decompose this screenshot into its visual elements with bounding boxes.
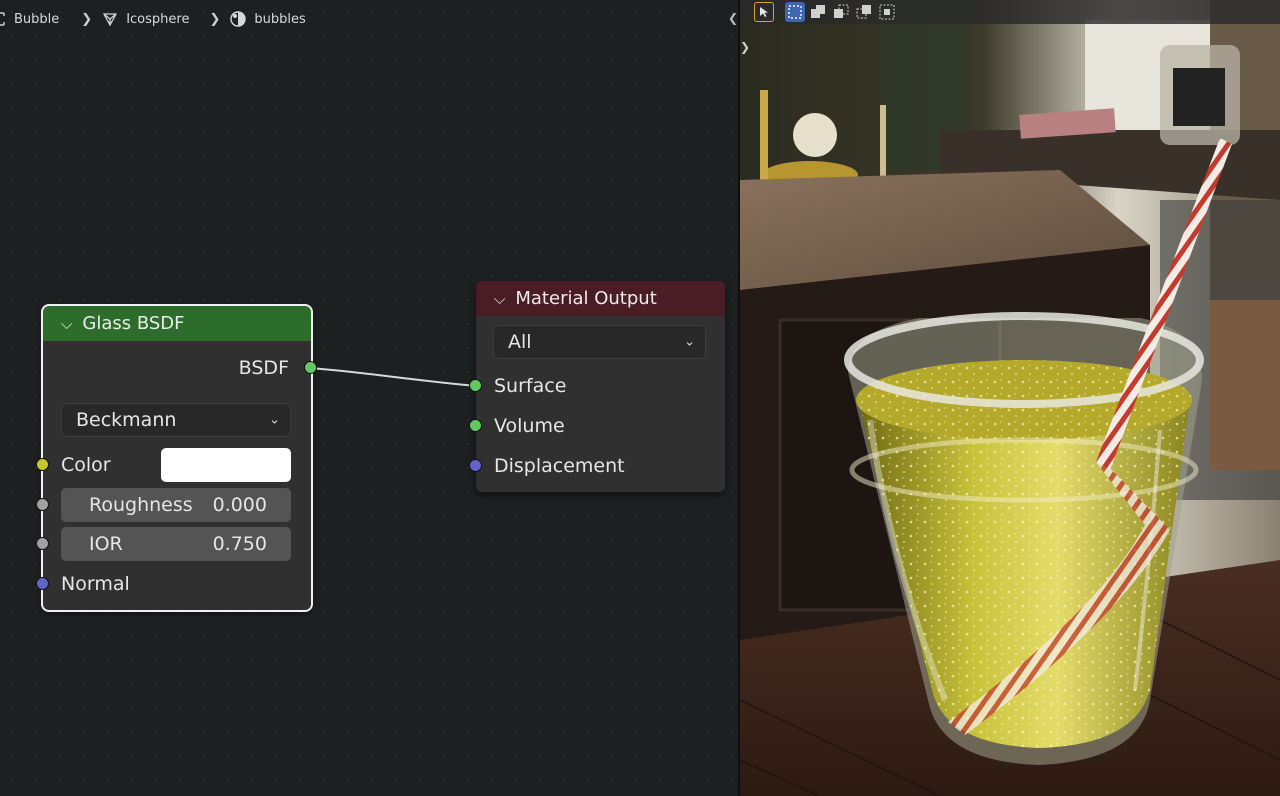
target-dropdown[interactable]: All ⌄ (493, 325, 706, 359)
displacement-label: Displacement (494, 455, 625, 477)
rendered-scene (740, 0, 1280, 796)
bsdf-output-label: BSDF (238, 357, 289, 379)
breadcrumb-item-material[interactable]: bubbles (230, 11, 306, 27)
target-value: All (508, 331, 532, 353)
normal-label: Normal (61, 573, 130, 595)
invert-selection-icon[interactable] (854, 2, 874, 22)
ior-label: IOR (89, 533, 123, 555)
select-cursor-icon[interactable] (754, 2, 774, 22)
volume-label: Volume (494, 415, 565, 437)
ior-value: 0.750 (212, 533, 267, 555)
color-swatch[interactable] (161, 448, 291, 482)
breadcrumb-label: Icosphere (126, 11, 190, 27)
roughness-label: Roughness (89, 494, 193, 516)
subtract-selection-icon[interactable] (831, 2, 851, 22)
roughness-field[interactable]: Roughness 0.000 (61, 488, 291, 522)
chevron-down-icon: ⌄ (684, 334, 695, 350)
select-box-icon[interactable] (785, 2, 805, 22)
breadcrumb-item-object[interactable]: Bubble (0, 11, 59, 27)
ior-field[interactable]: IOR 0.750 (61, 527, 291, 561)
chevron-right-icon: ❯ (209, 11, 221, 27)
object-icon (0, 11, 6, 27)
material-icon (230, 11, 247, 27)
color-input-socket[interactable] (36, 458, 49, 471)
chevron-left-icon[interactable]: ❮ (728, 11, 738, 25)
glass-bsdf-header[interactable]: ⌵ Glass BSDF (43, 306, 311, 341)
material-output-header[interactable]: ⌵ Material Output (476, 281, 725, 316)
surface-label: Surface (494, 375, 567, 397)
viewport-header (740, 0, 1280, 24)
extend-selection-icon[interactable] (808, 2, 828, 22)
breadcrumb: Bubble ❯ Icosphere ❯ bubbles (0, 0, 738, 38)
chevron-right-icon[interactable]: ❯ (740, 40, 750, 54)
bsdf-output-socket[interactable] (304, 361, 317, 374)
chevron-down-icon[interactable]: ⌵ (61, 315, 72, 333)
breadcrumb-label: bubbles (254, 11, 306, 27)
breadcrumb-label: Bubble (14, 11, 60, 27)
distribution-value: Beckmann (76, 409, 177, 431)
displacement-input-socket[interactable] (469, 459, 482, 472)
surface-input-socket[interactable] (469, 379, 482, 392)
chevron-right-icon: ❯ (81, 11, 93, 27)
chevron-down-icon: ⌄ (269, 412, 280, 428)
node-title: Material Output (515, 288, 657, 309)
normal-input-socket[interactable] (36, 577, 49, 590)
color-label: Color (61, 454, 111, 476)
node-editor[interactable]: Bubble ❯ Icosphere ❯ bubbles ❮ ⌵ Glass B… (0, 0, 738, 796)
intersect-selection-icon[interactable] (877, 2, 897, 22)
roughness-value: 0.000 (212, 494, 267, 516)
roughness-input-socket[interactable] (36, 498, 49, 511)
breadcrumb-item-mesh[interactable]: Icosphere (102, 11, 189, 27)
viewport-3d[interactable]: ❯ (740, 0, 1280, 796)
ior-input-socket[interactable] (36, 537, 49, 550)
material-output-node[interactable]: ⌵ Material Output All ⌄ Surface Volume D… (469, 281, 725, 492)
distribution-dropdown[interactable]: Beckmann ⌄ (61, 403, 291, 437)
node-title: Glass BSDF (82, 313, 185, 334)
volume-input-socket[interactable] (469, 419, 482, 432)
chevron-down-icon[interactable]: ⌵ (494, 290, 505, 308)
mesh-data-icon (102, 11, 118, 27)
glass-bsdf-node[interactable]: ⌵ Glass BSDF BSDF Beckmann ⌄ Color Rough… (36, 304, 317, 612)
